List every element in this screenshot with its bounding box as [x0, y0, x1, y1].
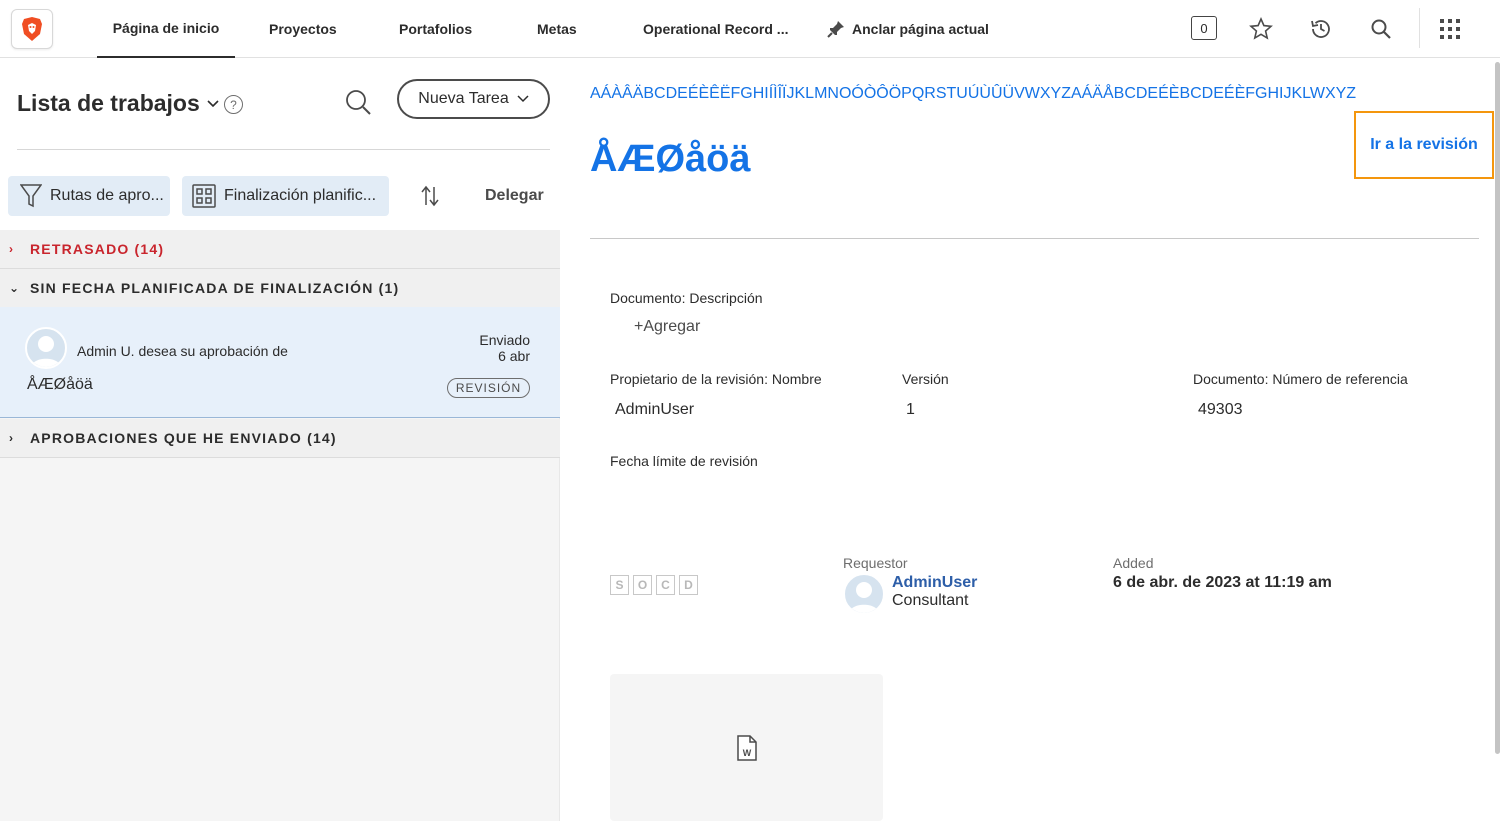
history-icon: [1311, 20, 1330, 38]
chevron-right-icon: ›: [9, 431, 15, 445]
added-label: Added: [1113, 555, 1154, 571]
tab-portfolios-label: Portafolios: [399, 21, 473, 37]
new-task-button[interactable]: Nueva Tarea: [397, 79, 550, 119]
pin-icon: [827, 21, 844, 38]
user-silhouette-icon: [31, 336, 61, 367]
item-status: Enviado: [479, 332, 530, 348]
group-late-label: RETRASADO (14): [30, 241, 165, 257]
recents-button[interactable]: [1306, 14, 1336, 44]
review-owner-value: AdminUser: [615, 401, 695, 418]
chevron-down-icon: [207, 99, 219, 107]
review-deadline-label: Fecha límite de revisión: [610, 453, 758, 469]
global-search-button[interactable]: [1366, 14, 1396, 44]
chevron-right-icon: ›: [9, 242, 15, 256]
chevron-down-icon: [517, 95, 529, 103]
version-value: 1: [906, 401, 915, 418]
worklist-panel: Lista de trabajos ? Nueva Tarea Rutas de…: [0, 58, 560, 821]
requestor-role: Consultant: [892, 592, 969, 609]
svg-text:W: W: [742, 748, 751, 758]
group-sent-approvals-label: APROBACIONES QUE HE ENVIADO (14): [30, 430, 337, 446]
goto-review-highlight: Ir a la revisión: [1354, 111, 1494, 179]
socd-s: S: [610, 575, 629, 595]
worklist-search-button[interactable]: [342, 86, 374, 118]
document-title: ÅÆØåöä: [590, 138, 751, 180]
tab-goals[interactable]: Metas: [537, 0, 577, 58]
socd-o: O: [633, 575, 652, 595]
new-task-label: Nueva Tarea: [418, 90, 509, 107]
app-logo[interactable]: [11, 9, 53, 49]
apps-grid-icon: [1440, 19, 1460, 39]
group-sent-approvals[interactable]: › APROBACIONES QUE HE ENVIADO (14): [0, 419, 560, 458]
socd-indicators: S O C D: [610, 575, 698, 595]
counter-value: 0: [1200, 20, 1208, 36]
socd-d: D: [679, 575, 698, 595]
chevron-down-icon: ⌄: [9, 281, 21, 295]
lion-shield-icon: [22, 17, 42, 41]
filter-planned-completion-label: Finalización planific...: [224, 187, 377, 204]
user-silhouette-icon: [849, 582, 879, 613]
worklist-item[interactable]: Admin U. desea su aprobación de ÅÆØåöä E…: [0, 307, 560, 418]
reference-number-label: Documento: Número de referencia: [1193, 371, 1408, 387]
goto-review-link[interactable]: Ir a la revisión: [1370, 136, 1478, 154]
review-badge: REVISIÓN: [447, 378, 530, 398]
filter-approval-paths[interactable]: Rutas de apro...: [8, 176, 170, 216]
top-navigation: Página de inicio Proyectos Portafolios M…: [0, 0, 1500, 58]
added-value: 6 de abr. de 2023 at 11:19 am: [1113, 574, 1332, 591]
review-owner-label: Propietario de la revisión: Nombre: [610, 371, 822, 387]
item-requester-text: Admin U. desea su aprobación de: [77, 343, 288, 359]
delegate-label: Delegar: [485, 187, 544, 204]
word-document-icon: W: [736, 734, 757, 761]
search-icon: [346, 90, 371, 115]
pin-page-button[interactable]: Anclar página actual: [826, 0, 989, 58]
tab-operational-record-label: Operational Record ...: [643, 21, 789, 37]
socd-c: C: [656, 575, 675, 595]
detail-panel: AÁÀÂÄBCDEÉÈÊËFGHIÍÌÎÏJKLMNOÓÒÔÖPQRSTUÚÙÛ…: [561, 58, 1500, 821]
favorites-button[interactable]: [1246, 14, 1276, 44]
requestor-avatar: [843, 573, 885, 615]
filter-icon: [20, 184, 42, 208]
version-label: Versión: [902, 371, 949, 387]
tab-home-label: Página de inicio: [112, 20, 220, 36]
help-icon-glyph: ?: [230, 97, 237, 112]
worklist-header: Lista de trabajos ? Nueva Tarea Rutas de…: [0, 58, 560, 231]
help-icon[interactable]: ?: [224, 95, 243, 114]
filter-approval-paths-label: Rutas de apro...: [50, 187, 164, 204]
grid-view-icon: [192, 184, 216, 208]
reference-number-value: 49303: [1198, 401, 1243, 418]
item-date: 6 abr: [498, 348, 530, 364]
description-label: Documento: Descripción: [610, 290, 763, 306]
tab-projects[interactable]: Proyectos: [269, 0, 337, 58]
nav-divider: [1419, 8, 1420, 48]
pin-page-label: Anclar página actual: [852, 21, 989, 37]
tab-operational-record[interactable]: Operational Record ...: [643, 0, 788, 58]
tab-projects-label: Proyectos: [269, 21, 337, 37]
notifications-counter[interactable]: 0: [1191, 16, 1217, 40]
delegate-button[interactable]: Delegar: [485, 187, 544, 205]
item-document-name: ÅÆØåöä: [27, 376, 93, 393]
tab-portfolios[interactable]: Portafolios: [399, 0, 472, 58]
group-no-planned-date[interactable]: ⌄ SIN FECHA PLANIFICADA DE FINALIZACIÓN …: [0, 269, 560, 308]
search-icon: [1371, 19, 1391, 39]
star-icon: [1249, 17, 1273, 40]
sort-button[interactable]: [419, 184, 441, 208]
sort-arrows-icon: [421, 185, 439, 207]
breadcrumb-link[interactable]: AÁÀÂÄBCDEÉÈÊËFGHIÍÌÎÏJKLMNOÓÒÔÖPQRSTUÚÙÛ…: [590, 85, 1356, 103]
add-description-link[interactable]: +Agregar: [634, 318, 700, 336]
worklist-title-text: Lista de trabajos: [17, 90, 200, 116]
group-no-planned-date-label: SIN FECHA PLANIFICADA DE FINALIZACIÓN (1…: [30, 280, 400, 296]
requestor-label: Requestor: [843, 555, 908, 571]
tab-goals-label: Metas: [537, 21, 577, 37]
detail-divider: [590, 238, 1479, 239]
detail-scrollbar[interactable]: [1495, 62, 1500, 754]
header-divider: [17, 149, 550, 150]
worklist-title[interactable]: Lista de trabajos: [17, 90, 220, 117]
group-late[interactable]: › RETRASADO (14): [0, 230, 560, 269]
filter-planned-completion[interactable]: Finalización planific...: [182, 176, 389, 216]
requestor-name-link[interactable]: AdminUser: [892, 574, 977, 592]
apps-menu-button[interactable]: [1435, 14, 1465, 44]
review-badge-label: REVISIÓN: [455, 381, 522, 395]
document-preview[interactable]: W: [610, 674, 883, 821]
tab-home[interactable]: Página de inicio: [97, 0, 235, 58]
avatar: [25, 327, 67, 369]
